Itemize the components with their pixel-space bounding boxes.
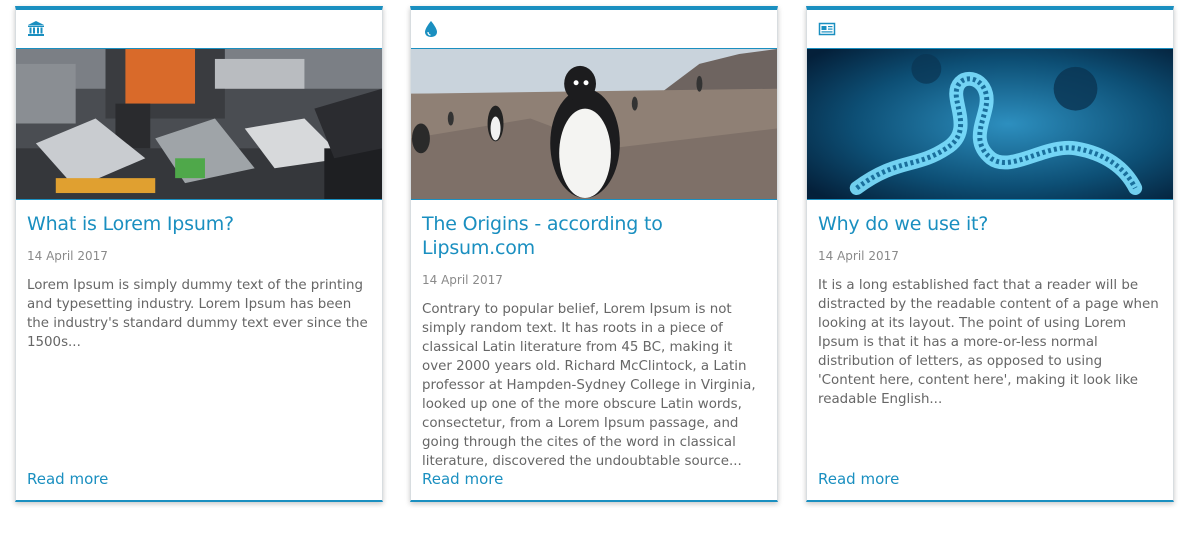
card-title[interactable]: What is Lorem Ipsum? bbox=[27, 212, 371, 236]
card-excerpt: Lorem Ipsum is simply dummy text of the … bbox=[27, 278, 368, 350]
read-more-link[interactable]: Read more bbox=[27, 469, 108, 489]
penguin-photo[interactable] bbox=[411, 49, 777, 200]
card-date: 14 April 2017 bbox=[818, 249, 899, 263]
bank-icon bbox=[27, 20, 45, 38]
article-card: What is Lorem Ipsum? 14 April 2017 Lorem… bbox=[15, 6, 383, 502]
recycling-photo[interactable] bbox=[16, 49, 382, 200]
card-header bbox=[411, 10, 777, 49]
card-header bbox=[16, 10, 382, 49]
card-excerpt: It is a long established fact that a rea… bbox=[818, 278, 1159, 407]
card-date: 14 April 2017 bbox=[422, 273, 503, 287]
card-date: 14 April 2017 bbox=[27, 249, 108, 263]
article-card: Why do we use it? 14 April 2017 It is a … bbox=[806, 6, 1174, 502]
read-more-link[interactable]: Read more bbox=[818, 469, 899, 489]
card-excerpt: Contrary to popular belief, Lorem Ipsum … bbox=[422, 302, 756, 469]
card-title[interactable]: The Origins - according to Lipsum.com bbox=[422, 212, 766, 260]
read-more-link[interactable]: Read more bbox=[422, 469, 503, 489]
card-title[interactable]: Why do we use it? bbox=[818, 212, 1162, 236]
water-drop-icon bbox=[422, 20, 440, 38]
article-card: The Origins - according to Lipsum.com 14… bbox=[410, 6, 778, 502]
card-grid: What is Lorem Ipsum? 14 April 2017 Lorem… bbox=[0, 0, 1191, 537]
card-header bbox=[807, 10, 1173, 49]
newspaper-icon bbox=[818, 20, 836, 38]
virus-photo[interactable] bbox=[807, 49, 1173, 200]
